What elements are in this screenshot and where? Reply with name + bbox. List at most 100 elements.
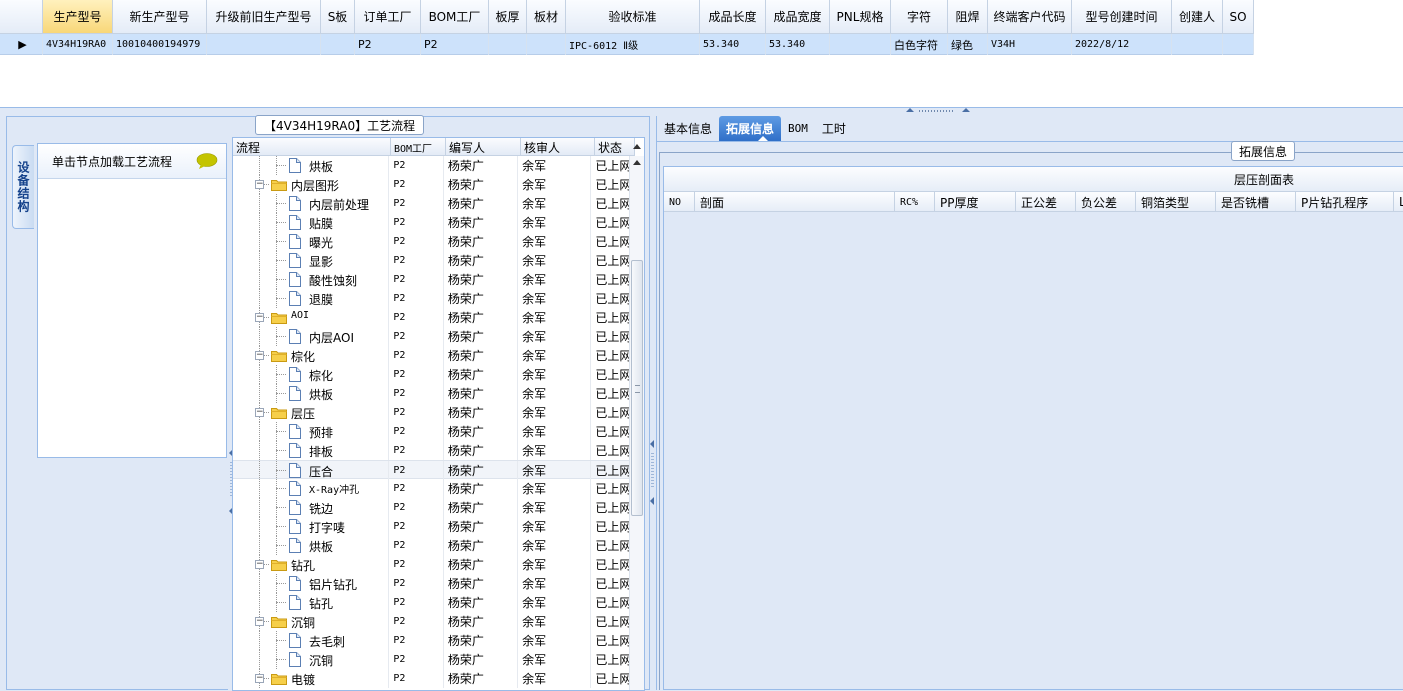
splitter-grip[interactable]: [651, 453, 654, 489]
column-header[interactable]: 字符: [891, 0, 948, 34]
tree-cell-reviewer[interactable]: 余军: [518, 384, 592, 403]
tree-cell-status[interactable]: 已上网: [591, 669, 631, 688]
tree-cell-reviewer[interactable]: 余军: [518, 593, 592, 612]
tree-cell-status[interactable]: 已上网: [591, 593, 631, 612]
tree-column-header[interactable]: 流程: [233, 138, 391, 156]
tree-cell-status[interactable]: 已上网: [591, 441, 631, 460]
tree-cell-bom[interactable]: P2: [389, 631, 444, 650]
tree-cell-bom[interactable]: P2: [389, 289, 444, 308]
sort-asc-icon[interactable]: [633, 144, 641, 149]
lamination-column-header[interactable]: 剖面: [695, 192, 895, 212]
tree-cell-bom[interactable]: P2: [389, 156, 444, 175]
collapse-up-icon[interactable]: [962, 108, 970, 112]
tree-node-cell[interactable]: 打字唛: [233, 517, 390, 536]
tree-row[interactable]: − 沉铜 P2 杨荣广 余军 已上网: [233, 612, 631, 631]
tree-node-cell[interactable]: 铣边: [233, 498, 390, 517]
tree-cell-bom[interactable]: P2: [389, 270, 444, 289]
tree-cell-reviewer[interactable]: 余军: [518, 498, 592, 517]
collapse-node-icon[interactable]: −: [255, 313, 264, 322]
table-cell[interactable]: 53.340: [700, 34, 766, 55]
lamination-column-header[interactable]: RC%: [895, 192, 935, 212]
tree-cell-reviewer[interactable]: 余军: [518, 517, 592, 536]
tree-cell-writer[interactable]: 杨荣广: [444, 327, 519, 346]
tree-cell-writer[interactable]: 杨荣广: [444, 232, 519, 251]
collapse-left-icon[interactable]: [650, 440, 654, 448]
tree-cell-bom[interactable]: P2: [389, 365, 444, 384]
tree-cell-status[interactable]: 已上网: [591, 422, 631, 441]
scrollbar-thumb[interactable]: [631, 260, 643, 516]
tree-cell-reviewer[interactable]: 余军: [518, 479, 592, 498]
tree-row[interactable]: − 层压 P2 杨荣广 余军 已上网: [233, 403, 631, 422]
tree-node-cell[interactable]: − 钻孔: [233, 555, 390, 574]
table-cell[interactable]: 2022/8/12: [1072, 34, 1172, 55]
collapse-node-icon[interactable]: −: [255, 408, 264, 417]
tree-cell-status[interactable]: 已上网: [591, 517, 631, 536]
tree-node-cell[interactable]: 曝光: [233, 232, 390, 251]
tree-cell-status[interactable]: 已上网: [591, 612, 631, 631]
tree-node-cell[interactable]: 烘板: [233, 156, 390, 175]
lamination-column-header[interactable]: NO: [664, 192, 695, 212]
tree-row[interactable]: − 电镀 P2 杨荣广 余军 已上网: [233, 669, 631, 688]
table-cell[interactable]: 4V34H19RA0: [43, 34, 113, 55]
column-header[interactable]: 成品宽度: [766, 0, 830, 34]
tree-cell-writer[interactable]: 杨荣广: [444, 650, 519, 669]
tree-cell-bom[interactable]: P2: [389, 669, 444, 688]
lamination-column-header[interactable]: P片钻孔程序: [1296, 192, 1394, 212]
tree-cell-reviewer[interactable]: 余军: [518, 251, 592, 270]
table-cell[interactable]: V34H: [988, 34, 1072, 55]
tree-row[interactable]: 内层AOI P2 杨荣广 余军 已上网: [233, 327, 631, 346]
table-cell[interactable]: [527, 34, 566, 55]
tree-cell-reviewer[interactable]: 余军: [518, 574, 592, 593]
tree-cell-bom[interactable]: P2: [389, 498, 444, 517]
tree-cell-status[interactable]: 已上网: [591, 498, 631, 517]
table-cell[interactable]: [207, 34, 321, 55]
tree-cell-bom[interactable]: P2: [389, 403, 444, 422]
tree-cell-bom[interactable]: P2: [389, 308, 444, 327]
tree-cell-writer[interactable]: 杨荣广: [444, 479, 519, 498]
table-cell[interactable]: [1223, 34, 1254, 55]
tree-cell-status[interactable]: 已上网: [591, 384, 631, 403]
tree-row[interactable]: 棕化 P2 杨荣广 余军 已上网: [233, 365, 631, 384]
tree-cell-writer[interactable]: 杨荣广: [444, 213, 519, 232]
tree-cell-reviewer[interactable]: 余军: [518, 669, 592, 688]
tree-column-header[interactable]: BOM工厂: [391, 138, 446, 156]
tree-cell-reviewer[interactable]: 余军: [518, 365, 592, 384]
tab-work-hours[interactable]: 工时: [815, 116, 853, 141]
tree-cell-reviewer[interactable]: 余军: [518, 327, 592, 346]
column-header[interactable]: 新生产型号: [113, 0, 207, 34]
tree-node-cell[interactable]: − AOI: [233, 308, 390, 327]
tree-node-cell[interactable]: 预排: [233, 422, 390, 441]
column-header[interactable]: 验收标准: [566, 0, 700, 34]
table-cell[interactable]: [321, 34, 355, 55]
tree-row[interactable]: 烘板 P2 杨荣广 余军 已上网: [233, 156, 631, 175]
tree-cell-bom[interactable]: P2: [389, 346, 444, 365]
tree-cell-bom[interactable]: P2: [389, 536, 444, 555]
tree-cell-status[interactable]: 已上网: [591, 232, 631, 251]
tree-node-cell[interactable]: 烘板: [233, 536, 390, 555]
tree-cell-writer[interactable]: 杨荣广: [444, 251, 519, 270]
tree-cell-reviewer[interactable]: 余军: [518, 631, 592, 650]
tree-node-cell[interactable]: 显影: [233, 251, 390, 270]
tree-cell-reviewer[interactable]: 余军: [518, 213, 592, 232]
tree-node-cell[interactable]: 烘板: [233, 384, 390, 403]
tree-cell-status[interactable]: 已上网: [591, 631, 631, 650]
tree-row[interactable]: 打字唛 P2 杨荣广 余军 已上网: [233, 517, 631, 536]
tree-cell-status[interactable]: 已上网: [591, 156, 631, 175]
tree-cell-writer[interactable]: 杨荣广: [444, 536, 519, 555]
tree-cell-bom[interactable]: P2: [389, 251, 444, 270]
tree-cell-writer[interactable]: 杨荣广: [444, 498, 519, 517]
collapse-left-icon[interactable]: [650, 497, 654, 505]
tree-cell-writer[interactable]: 杨荣广: [444, 461, 519, 480]
tree-cell-status[interactable]: 已上网: [591, 479, 631, 498]
tree-cell-writer[interactable]: 杨荣广: [444, 403, 519, 422]
tree-node-cell[interactable]: − 内层图形: [233, 175, 390, 194]
tree-cell-status[interactable]: 已上网: [591, 213, 631, 232]
tree-cell-reviewer[interactable]: 余军: [518, 650, 592, 669]
tree-node-cell[interactable]: − 沉铜: [233, 612, 390, 631]
tree-node-cell[interactable]: 内层AOI: [233, 327, 390, 346]
table-cell[interactable]: 10010400194979: [113, 34, 207, 55]
tree-cell-reviewer[interactable]: 余军: [518, 156, 592, 175]
tree-row[interactable]: 沉铜 P2 杨荣广 余军 已上网: [233, 650, 631, 669]
tree-row[interactable]: 烘板 P2 杨荣广 余军 已上网: [233, 384, 631, 403]
tree-cell-status[interactable]: 已上网: [591, 346, 631, 365]
